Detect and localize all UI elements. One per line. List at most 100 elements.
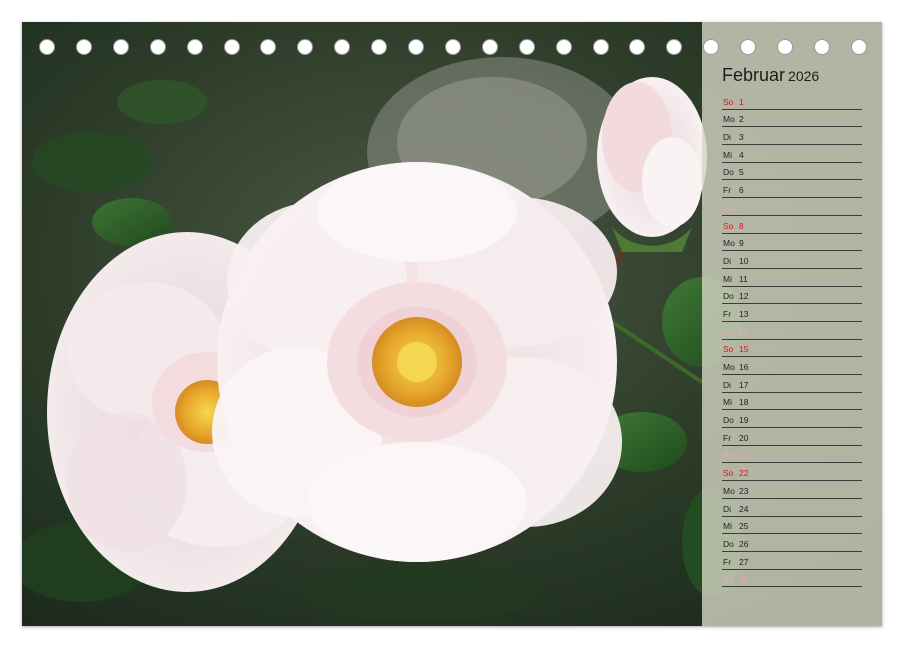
- weekday-label: Mo: [723, 362, 735, 372]
- weekday-label: Do: [723, 538, 734, 549]
- weekday-label: Mi: [723, 521, 732, 532]
- day-number: 8: [739, 220, 744, 231]
- day-row: So 8: [722, 216, 862, 234]
- day-row: Di 3: [722, 127, 862, 146]
- weekday-label: Sa: [723, 326, 734, 337]
- day-row: Sa 14: [722, 322, 862, 340]
- binding-hole: [444, 39, 461, 55]
- day-number: 1: [739, 96, 744, 107]
- weekday-label: Sa: [723, 202, 734, 213]
- binding-hole: [223, 39, 240, 55]
- day-number: 14: [739, 326, 749, 337]
- weekday-label: Mi: [723, 149, 732, 160]
- weekday-label: Sa: [723, 450, 734, 461]
- binding-hole: [850, 39, 867, 55]
- weekday-label: So: [723, 220, 734, 231]
- day-row: Mi 18: [722, 393, 862, 411]
- day-number: 10: [739, 255, 749, 266]
- day-row: Sa 28: [722, 570, 862, 588]
- day-row: Mo 16: [722, 357, 862, 375]
- weekday-label: Di: [723, 255, 732, 266]
- weekday-label: Sa: [723, 574, 734, 585]
- day-row: Di 10: [722, 251, 862, 269]
- day-row: Sa 21: [722, 446, 862, 464]
- binding-hole: [186, 39, 203, 55]
- day-number: 18: [739, 397, 749, 408]
- day-row: Di 24: [722, 499, 862, 517]
- weekday-label: Do: [723, 167, 734, 178]
- weekday-label: Fr: [723, 556, 732, 567]
- day-row: Fr 27: [722, 552, 862, 570]
- day-row: Fr 13: [722, 304, 862, 322]
- weekday-label: Do: [723, 415, 734, 426]
- day-number: 2: [739, 114, 744, 125]
- day-number: 6: [739, 185, 744, 196]
- weekday-label: So: [723, 344, 734, 355]
- binding-hole: [75, 39, 92, 55]
- day-number: 22: [739, 468, 749, 479]
- day-number: 9: [739, 238, 744, 249]
- day-row: So 15: [722, 340, 862, 358]
- day-row: Mo 2: [722, 110, 862, 128]
- binding-hole: [666, 39, 683, 55]
- weekday-label: Mi: [723, 397, 732, 408]
- day-row: Mi 11: [722, 269, 862, 287]
- day-row: Fr 20: [722, 428, 862, 446]
- binding-hole: [629, 39, 646, 55]
- weekday-label: Fr: [723, 308, 732, 319]
- weekday-label: Do: [723, 291, 734, 302]
- month-name: Februar: [722, 65, 786, 85]
- binding-hole: [408, 39, 424, 55]
- day-row: Do 12: [722, 287, 862, 305]
- day-number: 15: [739, 344, 749, 355]
- day-number: 21: [739, 450, 749, 461]
- weekday-label: Di: [723, 503, 732, 514]
- binding-hole: [481, 39, 498, 55]
- day-row: Fr 6: [722, 180, 862, 199]
- day-number: 23: [739, 485, 749, 496]
- weekday-label: Fr: [723, 432, 732, 443]
- day-number: 26: [739, 538, 749, 549]
- day-number: 16: [739, 362, 749, 372]
- day-number: 28: [739, 574, 749, 585]
- weekday-label: So: [723, 468, 734, 479]
- year: 2026: [788, 68, 820, 84]
- weekday-label: Di: [723, 379, 732, 390]
- day-number: 4: [739, 149, 744, 160]
- weekday-label: Mo: [723, 114, 735, 125]
- day-row: Mo 9: [722, 234, 862, 252]
- day-number: 19: [739, 415, 749, 426]
- day-row: Mi 25: [722, 517, 862, 535]
- day-row: Do 26: [722, 534, 862, 552]
- day-number: 17: [739, 379, 749, 390]
- calendar-page: Februar 2026 So 1 Mo 2 Di 3 Mi 4 Do 5 Fr 6 Sa 7 So 8 Mo 9 D…: [22, 22, 882, 626]
- day-number: 20: [739, 432, 749, 443]
- weekday-label: Fr: [723, 185, 732, 196]
- binding-hole: [777, 39, 793, 55]
- binding-hole: [371, 39, 388, 55]
- binding-hole: [703, 39, 720, 55]
- day-number: 5: [739, 167, 744, 178]
- day-number: 11: [739, 273, 748, 284]
- day-row: So 22: [722, 463, 862, 482]
- binding-hole: [555, 39, 572, 55]
- day-row: Mi 4: [722, 145, 862, 163]
- spiral-binding: [22, 39, 882, 55]
- weekday-label: Mo: [723, 238, 735, 249]
- day-row: Do 19: [722, 410, 862, 429]
- day-row: Di 17: [722, 375, 862, 393]
- binding-hole: [740, 39, 757, 55]
- weekday-label: Mo: [723, 485, 735, 496]
- weekday-label: Di: [723, 132, 732, 143]
- day-row: So 1: [722, 92, 862, 110]
- day-number: 12: [739, 291, 749, 302]
- day-row: Do 5: [722, 163, 862, 181]
- day-row: Mo 23: [722, 481, 862, 499]
- binding-hole: [112, 39, 129, 55]
- binding-hole: [149, 39, 166, 55]
- binding-hole: [813, 39, 830, 55]
- binding-hole: [297, 39, 314, 55]
- binding-hole: [592, 39, 609, 55]
- weekday-label: Mi: [723, 273, 732, 284]
- day-number: 24: [739, 503, 749, 514]
